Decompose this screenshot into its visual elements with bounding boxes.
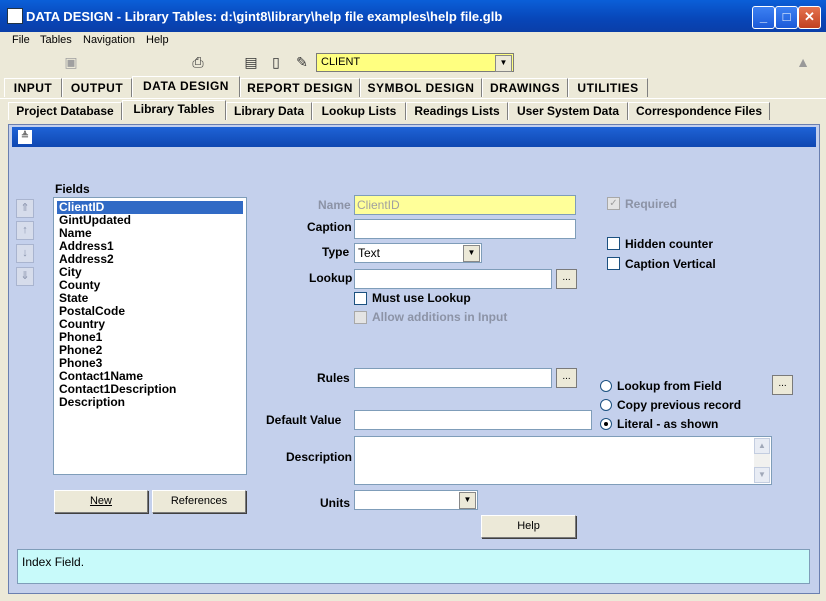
tab-correspondence-files[interactable]: Correspondence Files — [628, 102, 770, 120]
rules-label: Rules — [317, 371, 350, 385]
must-use-lookup-checkbox[interactable] — [354, 292, 367, 305]
menu-help[interactable]: Help — [146, 34, 169, 46]
description-scrollbar[interactable]: ▲ ▼ — [754, 438, 770, 483]
hidden-counter-checkbox[interactable] — [607, 237, 620, 250]
references-button[interactable]: References — [152, 490, 246, 513]
rules-field[interactable] — [354, 368, 552, 388]
caption-vertical-checkbox[interactable] — [607, 257, 620, 270]
tab-output[interactable]: OUTPUT — [62, 78, 132, 97]
lookup-browse-button[interactable]: ... — [556, 269, 577, 289]
list-item[interactable]: Description — [57, 396, 127, 409]
tab-drawings[interactable]: DRAWINGS — [482, 78, 568, 97]
help-button[interactable]: Help — [481, 515, 576, 538]
tab-project-database[interactable]: Project Database — [8, 102, 122, 120]
caption-vertical-label: Caption Vertical — [625, 257, 716, 271]
project-combo[interactable]: CLIENT ▼ — [316, 53, 514, 72]
tab-readings-lists[interactable]: Readings Lists — [406, 102, 508, 120]
save-icon[interactable]: ▣ — [63, 54, 79, 70]
caption-field[interactable] — [354, 219, 576, 239]
literal-as-shown-label: Literal - as shown — [617, 417, 719, 431]
new-button-label: New — [89, 495, 112, 507]
hidden-counter-label: Hidden counter — [625, 237, 714, 251]
main-tabs: INPUT OUTPUT DATA DESIGN REPORT DESIGN S… — [0, 76, 826, 97]
close-button[interactable]: ✕ — [798, 6, 821, 29]
references-button-label: References — [170, 495, 228, 507]
tab-user-system-data[interactable]: User System Data — [508, 102, 628, 120]
window-title: DATA DESIGN - Library Tables: d:\gint8\l… — [26, 9, 503, 24]
menu-tables[interactable]: Tables — [40, 34, 72, 46]
table-picker-icon[interactable]: ≜ — [18, 130, 32, 144]
type-label: Type — [322, 245, 350, 259]
chevron-down-icon[interactable]: ▼ — [459, 492, 476, 509]
sub-tabs: Project Database Library Tables Library … — [0, 98, 826, 120]
name-field[interactable]: ClientID — [354, 195, 576, 215]
allow-additions-label: Allow additions in Input — [372, 310, 508, 324]
required-checkbox[interactable]: ✓ — [607, 197, 620, 210]
lookup-field-browse-button[interactable]: ... — [772, 375, 793, 395]
allow-additions-checkbox[interactable] — [354, 311, 367, 324]
tab-data-design[interactable]: DATA DESIGN — [132, 76, 240, 97]
lookup-field[interactable] — [354, 269, 552, 289]
move-down-icon[interactable]: ↓ — [16, 244, 34, 263]
title-bar: DATA DESIGN - Library Tables: d:\gint8\l… — [0, 0, 826, 32]
tab-report-design[interactable]: REPORT DESIGN — [240, 78, 360, 97]
lock-icon[interactable]: ▲ — [795, 54, 811, 70]
help-button-label: Help — [517, 520, 540, 532]
must-use-lookup-label: Must use Lookup — [372, 291, 471, 305]
name-label: Name — [318, 198, 351, 212]
lookup-from-field-label: Lookup from Field — [617, 379, 722, 393]
document-icon[interactable]: ▯ — [268, 54, 284, 70]
caption-label: Caption — [307, 220, 352, 234]
default-value-label: Default Value — [266, 413, 342, 427]
type-select[interactable]: Text ▼ — [354, 243, 482, 263]
app-icon — [7, 8, 23, 24]
chevron-down-icon[interactable]: ▼ — [463, 245, 480, 262]
tab-library-data[interactable]: Library Data — [226, 102, 312, 120]
units-select[interactable]: ▼ — [354, 490, 478, 510]
required-label: Required — [625, 197, 678, 211]
tab-library-tables[interactable]: Library Tables — [122, 100, 226, 120]
menu-bar: File Tables Navigation Help — [0, 32, 826, 50]
copy-previous-record-label: Copy previous record — [617, 398, 742, 412]
menu-navigation[interactable]: Navigation — [83, 34, 135, 46]
units-label: Units — [320, 496, 350, 510]
scroll-up-icon[interactable]: ▲ — [754, 438, 770, 454]
chevron-down-icon[interactable]: ▼ — [495, 55, 512, 72]
scroll-down-icon[interactable]: ▼ — [754, 467, 770, 483]
menu-file[interactable]: File — [12, 34, 30, 46]
print-icon[interactable]: ⎙ — [190, 54, 206, 70]
move-bottom-icon[interactable]: ⇓ — [16, 267, 34, 286]
fields-heading: Fields — [55, 182, 90, 196]
tab-lookup-lists[interactable]: Lookup Lists — [312, 102, 406, 120]
status-text: Index Field. — [22, 555, 85, 569]
tab-input[interactable]: INPUT — [4, 78, 62, 97]
move-up-icon[interactable]: ↑ — [16, 221, 34, 240]
description-label: Description — [286, 450, 353, 464]
lookup-from-field-radio[interactable] — [600, 380, 612, 392]
copy-previous-record-radio[interactable] — [600, 399, 612, 411]
type-select-value: Text — [358, 246, 381, 260]
fields-list[interactable]: ClientID GintUpdated Name Address1 Addre… — [53, 197, 247, 475]
tab-symbol-design[interactable]: SYMBOL DESIGN — [360, 78, 482, 97]
project-combo-value: CLIENT — [321, 56, 361, 68]
default-value-field[interactable] — [354, 410, 592, 430]
tab-utilities[interactable]: UTILITIES — [568, 78, 648, 97]
new-button[interactable]: New — [54, 490, 148, 513]
description-field[interactable]: ▲ ▼ — [354, 436, 772, 485]
status-bar: Index Field. — [17, 549, 810, 584]
literal-as-shown-radio[interactable] — [600, 418, 612, 430]
minimize-button[interactable]: _ — [752, 6, 775, 29]
maximize-button[interactable]: □ — [775, 6, 798, 29]
pick-project-icon[interactable]: ✎ — [294, 54, 310, 70]
lookup-label: Lookup — [309, 271, 353, 285]
table-icon[interactable]: ▤ — [243, 54, 259, 70]
rules-browse-button[interactable]: ... — [556, 368, 577, 388]
move-top-icon[interactable]: ⇑ — [16, 199, 34, 218]
panel-header: ≜ — [12, 127, 816, 147]
